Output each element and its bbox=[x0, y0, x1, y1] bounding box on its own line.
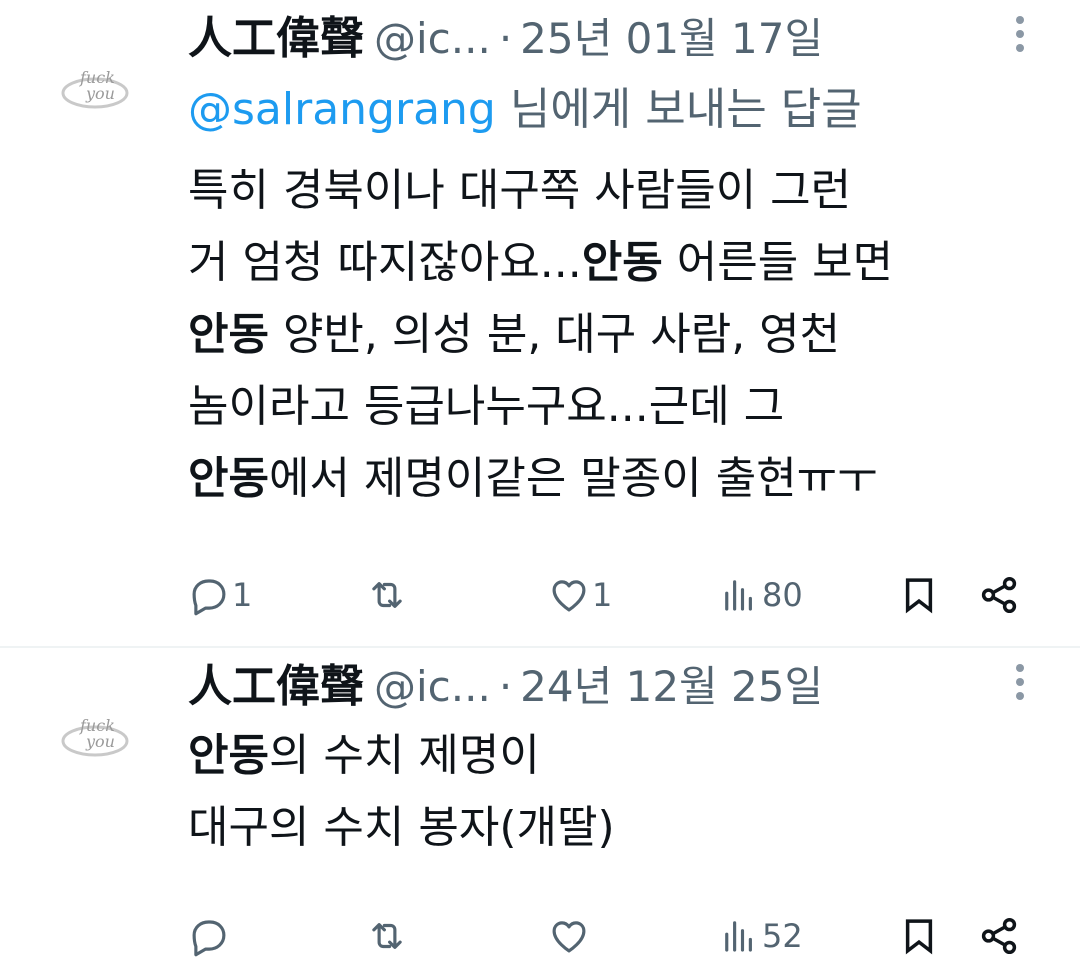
mention-link[interactable]: @salrangrang bbox=[188, 84, 496, 135]
heart-icon bbox=[552, 580, 586, 612]
text-segment: 놈이라고 등급나누구요...근데 그 bbox=[188, 381, 785, 432]
view-count: 80 bbox=[762, 576, 803, 614]
share-icon bbox=[981, 917, 1017, 955]
highlighted-text: 안동 bbox=[581, 237, 663, 288]
retweet-icon bbox=[372, 582, 402, 608]
view-count: 52 bbox=[762, 917, 803, 955]
ring-avatar-image: fuck you bbox=[61, 716, 129, 757]
text-segment: 특히 경북이나 대구쪽 사람들이 그런 bbox=[188, 165, 852, 216]
highlighted-text: 안동 bbox=[188, 453, 269, 504]
share-button[interactable] bbox=[978, 911, 1020, 961]
handle[interactable]: @ic... bbox=[374, 14, 491, 63]
tweet-text-line: 안동에서 제명이같은 말종이 출현ㅠㅜ bbox=[188, 443, 1048, 515]
action-bar: 1 1 80 bbox=[188, 570, 1038, 620]
share-icon bbox=[981, 576, 1017, 614]
more-vertical-icon[interactable] bbox=[1012, 660, 1028, 704]
retweet-button[interactable] bbox=[366, 570, 410, 620]
highlighted-text: 안동 bbox=[188, 309, 269, 360]
separator: · bbox=[498, 662, 513, 711]
tweet-text: 안동의 수치 제명이 대구의 수치 봉자(개딸) bbox=[188, 720, 1048, 864]
views-icon bbox=[725, 921, 752, 952]
more-vertical-icon[interactable] bbox=[1012, 12, 1028, 56]
svg-text:you: you bbox=[85, 84, 115, 103]
retweet-button[interactable] bbox=[366, 911, 410, 961]
avatar[interactable]: fuck you bbox=[50, 693, 140, 783]
text-segment: 에서 제명이같은 말종이 출현ㅠㅜ bbox=[268, 453, 878, 504]
like-button[interactable]: 1 bbox=[548, 570, 612, 620]
views-button[interactable]: 52 bbox=[718, 911, 803, 961]
reply-icon bbox=[192, 579, 226, 616]
share-button[interactable] bbox=[978, 570, 1020, 620]
svg-text:you: you bbox=[85, 732, 115, 751]
timestamp[interactable]: 24년 12월 25일 bbox=[520, 662, 823, 711]
reply-button[interactable]: 1 bbox=[188, 570, 252, 620]
text-segment: 거 엄청 따지잖아요... bbox=[188, 237, 582, 288]
tweet-header: 人工偉聲 @ic... · 25년 01월 17일 bbox=[188, 10, 1048, 68]
tweet-text-line: 놈이라고 등급나누구요...근데 그 bbox=[188, 371, 1048, 443]
ring-avatar-image: fuck you bbox=[61, 68, 129, 109]
avatar[interactable]: fuck you bbox=[50, 45, 140, 135]
views-icon bbox=[725, 580, 752, 611]
tweet[interactable]: fuck you 人工偉聲 @ic... · 24년 12월 25일 안동의 수치 제… bbox=[0, 648, 1080, 975]
tweet-header: 人工偉聲 @ic... · 24년 12월 25일 bbox=[188, 658, 1048, 716]
reply-to-label: 님에게 보내는 답글 bbox=[495, 84, 862, 135]
reply-button[interactable] bbox=[188, 911, 232, 961]
reply-count: 1 bbox=[232, 576, 253, 614]
handle[interactable]: @ic... bbox=[374, 662, 491, 711]
tweet-text-line: 안동 양반, 의성 분, 대구 사람, 영천 bbox=[188, 299, 1048, 371]
timestamp[interactable]: 25년 01월 17일 bbox=[520, 14, 823, 63]
retweet-icon bbox=[372, 923, 402, 949]
tweet-text-line: 거 엄청 따지잖아요...안동 어른들 보면 bbox=[188, 227, 1048, 299]
text-segment: 어른들 보면 bbox=[662, 237, 894, 288]
tweet-text: 특히 경북이나 대구쪽 사람들이 그런 거 엄청 따지잖아요...안동 어른들 … bbox=[188, 155, 1048, 515]
views-button[interactable]: 80 bbox=[718, 570, 803, 620]
bookmark-icon bbox=[905, 919, 933, 955]
tweet-text-line: 대구의 수치 봉자(개딸) bbox=[188, 792, 1048, 864]
text-segment: 대구의 수치 봉자(개딸) bbox=[188, 802, 615, 853]
bookmark-icon bbox=[905, 578, 933, 614]
separator: · bbox=[498, 14, 513, 63]
text-segment: 양반, 의성 분, 대구 사람, 영천 bbox=[268, 309, 841, 360]
text-segment: 의 수치 제명이 bbox=[268, 730, 540, 781]
like-count: 1 bbox=[592, 576, 613, 614]
tweet-text-line: 안동의 수치 제명이 bbox=[188, 720, 1048, 792]
heart-icon bbox=[552, 921, 586, 953]
tweet[interactable]: fuck you 人工偉聲 @ic... · 25년 01월 17일 @salrang… bbox=[0, 0, 1080, 646]
reply-context: @salrangrang 님에게 보내는 답글 bbox=[188, 80, 862, 140]
highlighted-text: 안동 bbox=[188, 730, 269, 781]
tweet-text-line: 특히 경북이나 대구쪽 사람들이 그런 bbox=[188, 155, 1048, 227]
display-name[interactable]: 人工偉聲 bbox=[188, 13, 364, 64]
like-button[interactable] bbox=[548, 911, 592, 961]
action-bar: 52 bbox=[188, 911, 1038, 961]
reply-icon bbox=[192, 920, 226, 957]
display-name[interactable]: 人工偉聲 bbox=[188, 661, 364, 712]
bookmark-button[interactable] bbox=[898, 911, 940, 961]
bookmark-button[interactable] bbox=[898, 570, 940, 620]
